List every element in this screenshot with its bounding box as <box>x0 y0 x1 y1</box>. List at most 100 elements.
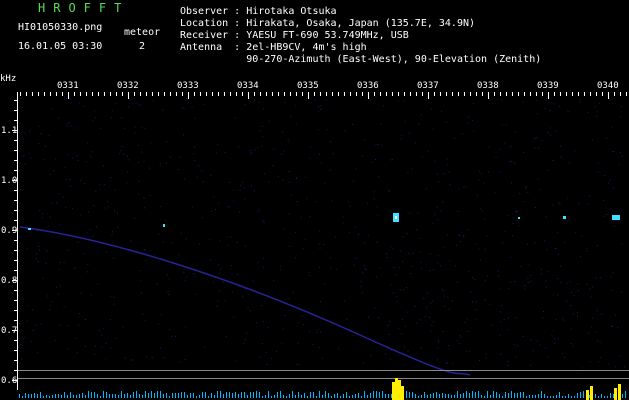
noise-dot <box>356 257 357 259</box>
noise-dot <box>539 344 541 346</box>
spectrum-bar <box>547 396 548 398</box>
noise-dot <box>127 106 129 108</box>
spectrum-bar <box>364 391 365 398</box>
noise-dot <box>440 265 442 267</box>
noise-dot <box>27 305 29 307</box>
spectrum-bar <box>442 393 443 398</box>
noise-dot <box>146 356 147 358</box>
spectrum-bar <box>100 396 101 398</box>
noise-dot <box>389 191 391 192</box>
noise-dot <box>491 324 493 326</box>
spectrum-bar <box>382 391 383 398</box>
meteor-echo <box>612 215 620 220</box>
noise-dot <box>535 138 537 140</box>
spectrum-bar <box>472 391 473 398</box>
noise-dot <box>520 266 522 268</box>
noise-dot <box>79 102 81 104</box>
noise-dot <box>515 356 517 358</box>
noise-dot <box>77 241 79 243</box>
noise-dot <box>255 322 257 324</box>
spectrum-bar <box>202 392 203 398</box>
noise-dot <box>130 359 132 361</box>
noise-dot <box>331 200 333 202</box>
spectrum-bar <box>94 392 95 398</box>
noise-dot <box>353 180 355 182</box>
noise-dot <box>58 193 60 195</box>
noise-dot <box>464 322 466 324</box>
noise-dot <box>281 343 283 345</box>
noise-dot <box>396 301 398 303</box>
spectrum-bar <box>286 396 287 398</box>
spectrum-bar <box>325 391 326 398</box>
noise-dot <box>437 359 438 361</box>
noise-dot <box>238 146 240 148</box>
spectrum-bar <box>601 394 602 398</box>
spectrum-bar <box>223 394 224 398</box>
spectrum-bar <box>133 392 134 398</box>
noise-dot <box>162 109 164 111</box>
spectrum-bar <box>523 392 524 398</box>
location-line: Location : Hirakata, Osaka, Japan (135.7… <box>180 18 476 29</box>
spectrum-bar <box>76 395 77 398</box>
noise-dot <box>262 321 264 323</box>
noise-dot <box>37 261 39 263</box>
noise-dot <box>259 356 260 358</box>
noise-dot <box>231 291 233 293</box>
noise-dot <box>287 138 289 140</box>
noise-dot <box>577 283 579 285</box>
noise-dot <box>578 202 580 204</box>
spectrum-bar <box>73 395 74 398</box>
noise-dot <box>478 248 480 250</box>
noise-dot <box>597 162 599 164</box>
noise-dot <box>220 268 222 270</box>
spectrum-bar <box>238 394 239 398</box>
noise-dot <box>432 300 434 302</box>
noise-dot <box>414 305 416 307</box>
noise-dot <box>58 268 60 270</box>
spectrum-bar <box>187 395 188 398</box>
noise-dot <box>63 262 65 263</box>
noise-dot <box>297 342 299 344</box>
noise-dot <box>29 130 31 132</box>
axis-frame <box>12 92 629 390</box>
noise-dot <box>516 210 517 212</box>
spectrum-bar <box>166 393 167 398</box>
noise-dot <box>58 117 60 119</box>
spectrum-bar <box>484 396 485 398</box>
noise-dot <box>282 328 284 330</box>
noise-dot <box>559 106 561 108</box>
noise-dot <box>437 347 439 349</box>
noise-dot <box>522 336 524 337</box>
noise-dot <box>425 188 427 190</box>
noise-dot <box>193 273 195 275</box>
noise-dot <box>126 155 128 157</box>
noise-dot <box>227 206 229 207</box>
noise-dot <box>495 191 497 193</box>
noise-dot <box>138 104 140 106</box>
noise-dot <box>522 101 524 103</box>
noise-dot <box>532 350 534 352</box>
noise-dot <box>404 364 406 366</box>
noise-dot <box>149 167 150 169</box>
spectrum-bar <box>421 395 422 398</box>
noise-dot <box>378 176 380 178</box>
noise-dot <box>229 181 231 183</box>
noise-dot <box>551 335 553 337</box>
noise-dot <box>456 96 458 98</box>
noise-dot <box>379 267 381 269</box>
noise-dot <box>54 340 56 342</box>
noise-dot <box>318 346 320 348</box>
noise-dot <box>432 269 434 270</box>
noise-dot <box>103 327 105 329</box>
spectrum-bar <box>352 395 353 398</box>
noise-dot <box>472 119 474 121</box>
time-tick-label: 0338 <box>477 81 499 91</box>
noise-dot <box>64 96 66 98</box>
noise-dot <box>557 338 559 340</box>
noise-dot <box>270 358 272 359</box>
noise-dot <box>454 138 456 139</box>
spectrum-bar <box>277 392 278 398</box>
noise-dot <box>495 156 497 158</box>
noise-dot <box>124 357 126 359</box>
spectrum-bar <box>232 393 233 398</box>
